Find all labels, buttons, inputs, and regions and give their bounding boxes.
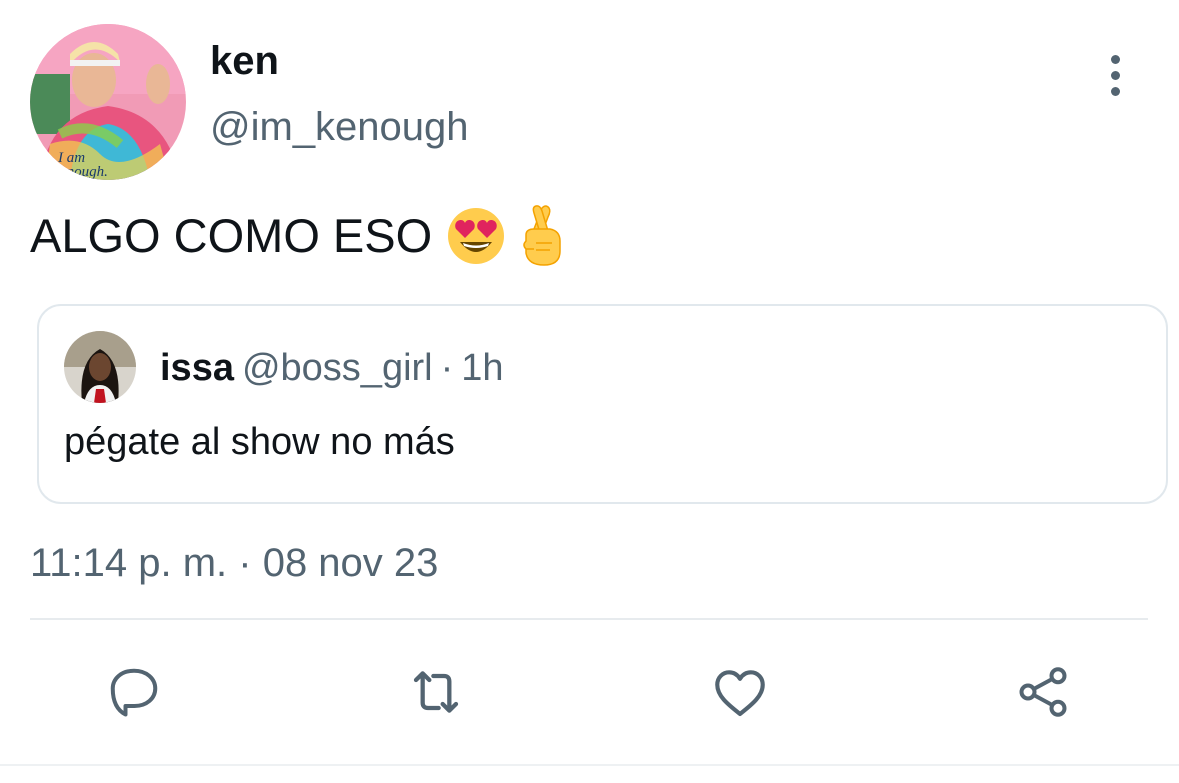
- more-dot-icon: [1110, 70, 1120, 80]
- quoted-tweet-header: issa @boss_girl · 1h: [160, 344, 504, 392]
- tweet: I am Kenough. ken @im_kenough ALGO COMO …: [0, 0, 1179, 783]
- share-button[interactable]: [1011, 660, 1075, 724]
- tweet-text: ALGO COMO ESO: [30, 209, 433, 262]
- quoted-time[interactable]: 1h: [461, 347, 503, 389]
- more-dot-icon: [1110, 54, 1120, 64]
- tweet-body: ALGO COMO ESO: [30, 204, 566, 268]
- quoted-separator: ·: [440, 347, 454, 389]
- author-handle[interactable]: @im_kenough: [210, 102, 469, 152]
- divider: [30, 618, 1148, 620]
- like-button[interactable]: [708, 660, 772, 724]
- svg-text:Kenough.: Kenough.: [49, 164, 108, 180]
- share-icon: [1013, 662, 1073, 722]
- bottom-divider: [0, 764, 1179, 766]
- tweet-timestamp[interactable]: 11:14 p. m. · 08 nov 23: [30, 538, 438, 588]
- retweet-icon: [404, 660, 468, 724]
- quoted-author-handle[interactable]: @boss_girl: [242, 347, 433, 389]
- like-icon: [709, 661, 771, 723]
- reply-button[interactable]: [102, 660, 166, 724]
- quoted-tweet-text: pégate al show no más: [64, 421, 455, 463]
- more-options-button[interactable]: [1096, 50, 1134, 100]
- reply-icon: [104, 662, 164, 722]
- quoted-author-name[interactable]: issa: [160, 347, 234, 389]
- author-display-name[interactable]: ken: [210, 36, 279, 86]
- more-dot-icon: [1110, 86, 1120, 96]
- quoted-author-avatar[interactable]: [64, 331, 136, 403]
- retweet-button[interactable]: [404, 660, 468, 724]
- heart-eyes-emoji-icon: [446, 206, 506, 266]
- crossed-fingers-emoji-icon: [520, 205, 566, 267]
- quoted-tweet-card[interactable]: issa @boss_girl · 1h pégate al show no más: [37, 304, 1168, 504]
- author-avatar[interactable]: I am Kenough.: [30, 24, 186, 180]
